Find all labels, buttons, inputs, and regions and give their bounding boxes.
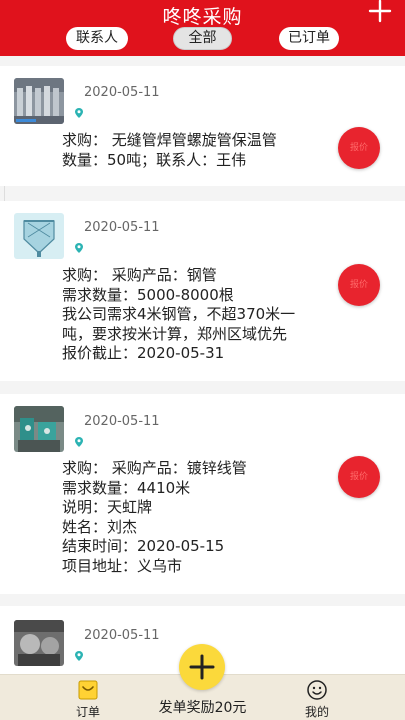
post-date: 2020-05-11: [84, 414, 160, 429]
request-details: 求购： 采购产品：镀锌线管 需求数量：4410米 说明：天虹牌 姓名：刘杰 结束…: [62, 459, 247, 576]
nav-orders-label: 订单: [75, 705, 100, 719]
product-image: [14, 78, 64, 124]
post-date: 2020-05-11: [84, 85, 160, 100]
detail-line: 项目地址：义乌市: [62, 556, 183, 575]
nav-orders[interactable]: 订单: [58, 679, 118, 720]
nav-mine-label: 我的: [304, 705, 329, 719]
tab-contacts[interactable]: 联系人: [66, 27, 128, 50]
app-root: 咚咚采购 联系人 全部 已订单 2020-05-11 求购： 无缝管焊管螺旋管保…: [0, 0, 405, 720]
product-image: [14, 406, 64, 452]
list-item[interactable]: 2020-05-11 求购： 采购产品：钢管 需求数量：5000-8000根 我…: [0, 201, 405, 381]
add-icon[interactable]: [367, 0, 393, 24]
page-title: 咚咚采购: [162, 6, 243, 28]
detail-line: 姓名：刘杰: [62, 517, 138, 536]
request-details: 求购： 采购产品：钢管 需求数量：5000-8000根 我公司需求4米钢管，不超…: [62, 266, 295, 364]
header-bar: 咚咚采购 联系人 全部 已订单: [0, 0, 405, 56]
tab-ordered[interactable]: 已订单: [279, 27, 339, 50]
purchase-list: 2020-05-11 求购： 无缝管焊管螺旋管保温管 数量：50吨；联系人：王伟…: [0, 56, 405, 674]
reward-label[interactable]: 发单奖励20元: [140, 697, 265, 717]
product-image: [14, 213, 64, 259]
detail-line: 需求数量：5000-8000根: [62, 285, 234, 304]
detail-line: 说明：天虹牌: [62, 498, 153, 516]
location-pin-icon: [75, 108, 83, 118]
plus-icon: [189, 654, 215, 680]
detail-line: 我公司需求4米钢管，不超370米一: [62, 305, 296, 323]
quote-button[interactable]: 报价: [338, 127, 380, 169]
detail-line: 求购： 无缝管焊管螺旋管保温管: [62, 131, 277, 149]
detail-line: 报价截止：2020-05-31: [62, 344, 225, 362]
location-pin-icon: [75, 651, 83, 661]
nav-mine[interactable]: 我的: [287, 679, 347, 720]
tab-all[interactable]: 全部: [173, 27, 232, 50]
quote-button[interactable]: 报价: [338, 264, 380, 306]
request-details: 求购： 无缝管焊管螺旋管保温管 数量：50吨；联系人：王伟: [62, 131, 277, 170]
detail-line: 吨，要求按米计算，郑州区域优先: [62, 324, 288, 343]
post-order-button[interactable]: [179, 644, 225, 690]
quote-button[interactable]: 报价: [338, 456, 380, 498]
post-date: 2020-05-11: [84, 220, 160, 235]
list-item[interactable]: 2020-05-11 求购： 无缝管焊管螺旋管保温管 数量：50吨；联系人：王伟…: [0, 66, 405, 186]
detail-line: 需求数量：4410米: [62, 478, 191, 497]
orders-icon: [77, 679, 99, 701]
list-item[interactable]: 2020-05-11 求购： 采购产品：镀锌线管 需求数量：4410米 说明：天…: [0, 394, 405, 594]
location-pin-icon: [75, 437, 83, 447]
detail-line: 求购： 采购产品：镀锌线管: [62, 459, 247, 477]
smiley-icon: [306, 679, 328, 701]
detail-line: 结束时间：2020-05-15: [62, 537, 225, 555]
location-pin-icon: [75, 243, 83, 253]
detail-line: 数量：50吨；联系人：王伟: [62, 150, 247, 169]
post-date: 2020-05-11: [84, 628, 160, 643]
product-image: [14, 620, 64, 666]
detail-line: 求购： 采购产品：钢管: [62, 266, 217, 284]
